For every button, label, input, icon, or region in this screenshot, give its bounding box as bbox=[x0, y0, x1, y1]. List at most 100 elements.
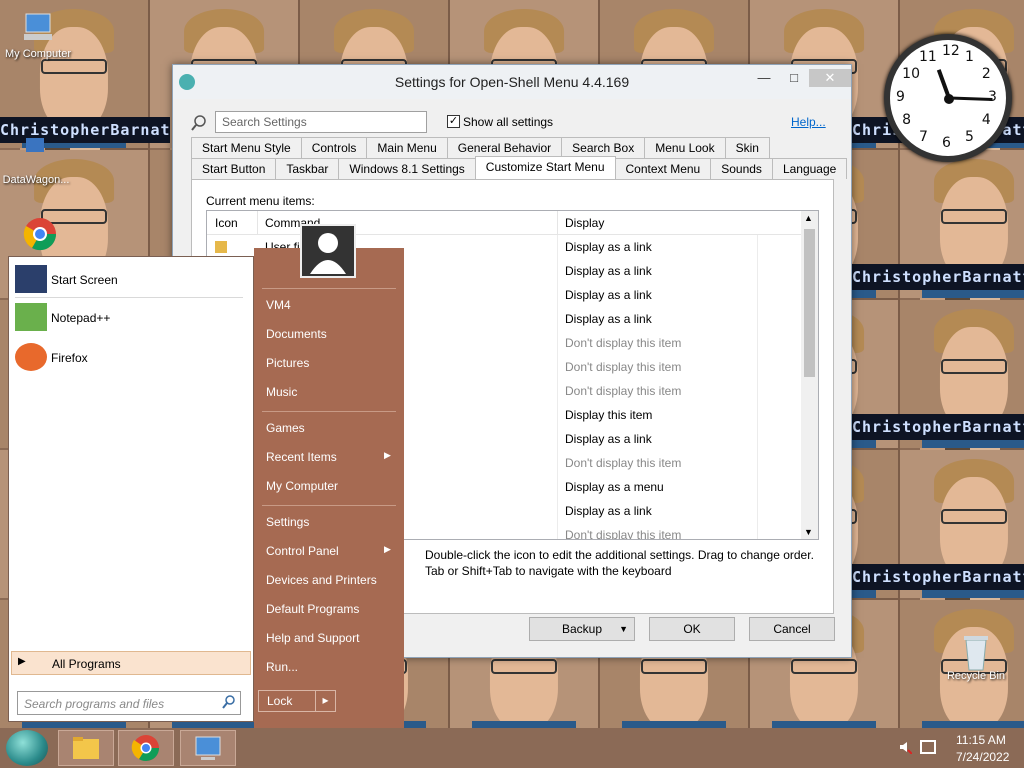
help-link[interactable]: Help... bbox=[791, 115, 826, 129]
folder-icon bbox=[73, 737, 99, 759]
clock-numeral: 5 bbox=[965, 128, 974, 145]
list-caption: Current menu items: bbox=[206, 194, 315, 208]
taskbar bbox=[0, 728, 1024, 768]
desktop-icon-datawagon[interactable]: DataWagon... bbox=[0, 136, 72, 186]
tab-customize-start-menu[interactable]: Customize Start Menu bbox=[474, 156, 616, 179]
start-menu-item-documents[interactable]: Documents bbox=[266, 327, 327, 341]
start-menu-item-pictures[interactable]: Pictures bbox=[266, 356, 309, 370]
start-menu-item-settings[interactable]: Settings bbox=[266, 515, 309, 529]
pinned-item[interactable]: Start Screen bbox=[13, 263, 249, 297]
start-menu-item-my-computer[interactable]: My Computer bbox=[266, 479, 338, 493]
close-button[interactable]: ✕ bbox=[809, 69, 851, 87]
tab-menu-look[interactable]: Menu Look bbox=[644, 137, 726, 158]
tab-general-behavior[interactable]: General Behavior bbox=[446, 137, 563, 158]
submenu-arrow-icon: ▶ bbox=[384, 544, 391, 554]
start-menu-right-pane: VM4 Documents Pictures Music Games Recent Ite… bbox=[254, 248, 404, 728]
banner-strip: ChristopherBarnatt ChristopherBarnatt Ch… bbox=[852, 564, 1024, 590]
start-menu-item-games[interactable]: Games bbox=[266, 421, 305, 435]
tab-search-box[interactable]: Search Box bbox=[561, 137, 646, 158]
wallpaper-glasses bbox=[41, 59, 107, 74]
backup-button[interactable]: Backup ▼ bbox=[529, 617, 635, 641]
computer-icon bbox=[195, 736, 221, 760]
start-menu-item-music[interactable]: Music bbox=[266, 385, 297, 399]
all-programs-button[interactable]: ▶ All Programs bbox=[11, 651, 251, 675]
cell-divider bbox=[757, 331, 758, 355]
title-bar[interactable]: Settings for Open-Shell Menu 4.4.169 — □… bbox=[173, 65, 851, 99]
cancel-button[interactable]: Cancel bbox=[749, 617, 835, 641]
firefox-icon bbox=[15, 343, 47, 371]
menu-separator bbox=[262, 288, 396, 289]
column-divider bbox=[257, 211, 258, 235]
desktop-icon-chrome[interactable] bbox=[4, 216, 76, 254]
start-button[interactable] bbox=[6, 730, 48, 766]
row-icon bbox=[215, 241, 227, 253]
clock-numeral: 12 bbox=[942, 43, 960, 59]
system-tray: 11:15 AM 7/24/2022 bbox=[892, 728, 1024, 768]
desktop-icon-recycle-bin[interactable]: Recycle Bin bbox=[940, 632, 1012, 682]
clock-time[interactable]: 11:15 AM bbox=[956, 733, 1006, 747]
pinned-item[interactable]: Firefox bbox=[13, 341, 249, 375]
lock-options-arrow-icon[interactable]: ▸ bbox=[315, 690, 335, 712]
start-search-input[interactable]: Search programs and files bbox=[17, 691, 241, 715]
start-menu-item-control-panel[interactable]: Control Panel bbox=[266, 544, 339, 558]
desktop-icon-label: DataWagon... bbox=[2, 174, 70, 186]
tab-main-menu[interactable]: Main Menu bbox=[366, 137, 448, 158]
network-icon[interactable] bbox=[920, 740, 936, 754]
minimize-button[interactable]: — bbox=[749, 69, 779, 87]
pinned-item[interactable]: Notepad++ bbox=[13, 301, 249, 335]
scroll-thumb[interactable] bbox=[804, 229, 815, 377]
cell-divider bbox=[557, 307, 558, 331]
start-menu-item-default-programs[interactable]: Default Programs bbox=[266, 602, 359, 616]
taskbar-explorer[interactable] bbox=[58, 730, 114, 766]
tab-start-menu-style[interactable]: Start Menu Style bbox=[191, 137, 302, 158]
tab-language[interactable]: Language bbox=[771, 158, 848, 179]
desktop-icon-label: My Computer bbox=[4, 48, 72, 60]
tab-skin[interactable]: Skin bbox=[724, 137, 770, 158]
start-menu-item-recent-items[interactable]: Recent Items bbox=[266, 450, 337, 464]
lock-button[interactable]: Lock ▸ bbox=[258, 690, 336, 712]
start-menu-item-run-[interactable]: Run... bbox=[266, 660, 298, 674]
clock-numeral: 7 bbox=[919, 128, 928, 145]
clock-date[interactable]: 7/24/2022 bbox=[956, 750, 1009, 764]
banner-strip: ChristopherBarnatt ChristopherBarnatt Ch… bbox=[852, 414, 1024, 440]
cell-divider bbox=[557, 451, 558, 475]
wallpaper-shirt bbox=[472, 721, 576, 728]
wallpaper-glasses bbox=[791, 659, 857, 674]
cell-divider bbox=[757, 379, 758, 403]
start-menu-item-devices-and-printers[interactable]: Devices and Printers bbox=[266, 573, 377, 587]
cell-divider bbox=[757, 403, 758, 427]
clock-numeral: 11 bbox=[919, 49, 937, 66]
row-display: Don't display this item bbox=[565, 336, 682, 350]
start-menu-item-vm4[interactable]: VM4 bbox=[266, 298, 291, 312]
start-menu-item-help-and-support[interactable]: Help and Support bbox=[266, 631, 359, 645]
tab-taskbar[interactable]: Taskbar bbox=[275, 158, 340, 179]
user-picture[interactable] bbox=[300, 224, 356, 278]
volume-muted-icon[interactable] bbox=[898, 740, 913, 755]
vertical-scrollbar[interactable]: ▲ ▼ bbox=[801, 211, 818, 539]
search-icon bbox=[222, 695, 236, 712]
clock-gadget[interactable]: 12 1 2 3 4 5 6 7 8 9 10 11 bbox=[884, 34, 1012, 162]
backup-label: Backup bbox=[561, 622, 603, 636]
tab-sounds[interactable]: Sounds bbox=[710, 158, 773, 179]
column-icon[interactable]: Icon bbox=[215, 216, 238, 230]
all-programs-arrow-icon: ▶ bbox=[18, 656, 26, 667]
start-screen-icon bbox=[15, 265, 47, 293]
show-all-label[interactable]: Show all settings bbox=[463, 115, 553, 129]
notepadpp-icon bbox=[15, 303, 47, 331]
search-settings-input[interactable]: Search Settings bbox=[215, 111, 427, 133]
scroll-down-arrow[interactable]: ▼ bbox=[804, 527, 813, 537]
tab-context-menu[interactable]: Context Menu bbox=[614, 158, 712, 179]
tab-controls[interactable]: Controls bbox=[300, 137, 368, 158]
tab-windows-8-1-settings[interactable]: Windows 8.1 Settings bbox=[338, 158, 476, 179]
ok-button[interactable]: OK bbox=[649, 617, 735, 641]
taskbar-chrome[interactable] bbox=[118, 730, 174, 766]
maximize-button[interactable]: □ bbox=[779, 69, 809, 87]
wallpaper-shirt bbox=[922, 721, 1024, 728]
desktop-icon-my-computer[interactable]: My Computer bbox=[2, 10, 74, 60]
scroll-up-arrow[interactable]: ▲ bbox=[804, 213, 813, 223]
column-display[interactable]: Display bbox=[565, 216, 604, 230]
show-all-checkbox[interactable]: ✓ bbox=[447, 115, 460, 128]
tab-start-button[interactable]: Start Button bbox=[191, 158, 277, 179]
taskbar-settings-app[interactable] bbox=[180, 730, 236, 766]
wallpaper-shirt bbox=[772, 721, 876, 728]
